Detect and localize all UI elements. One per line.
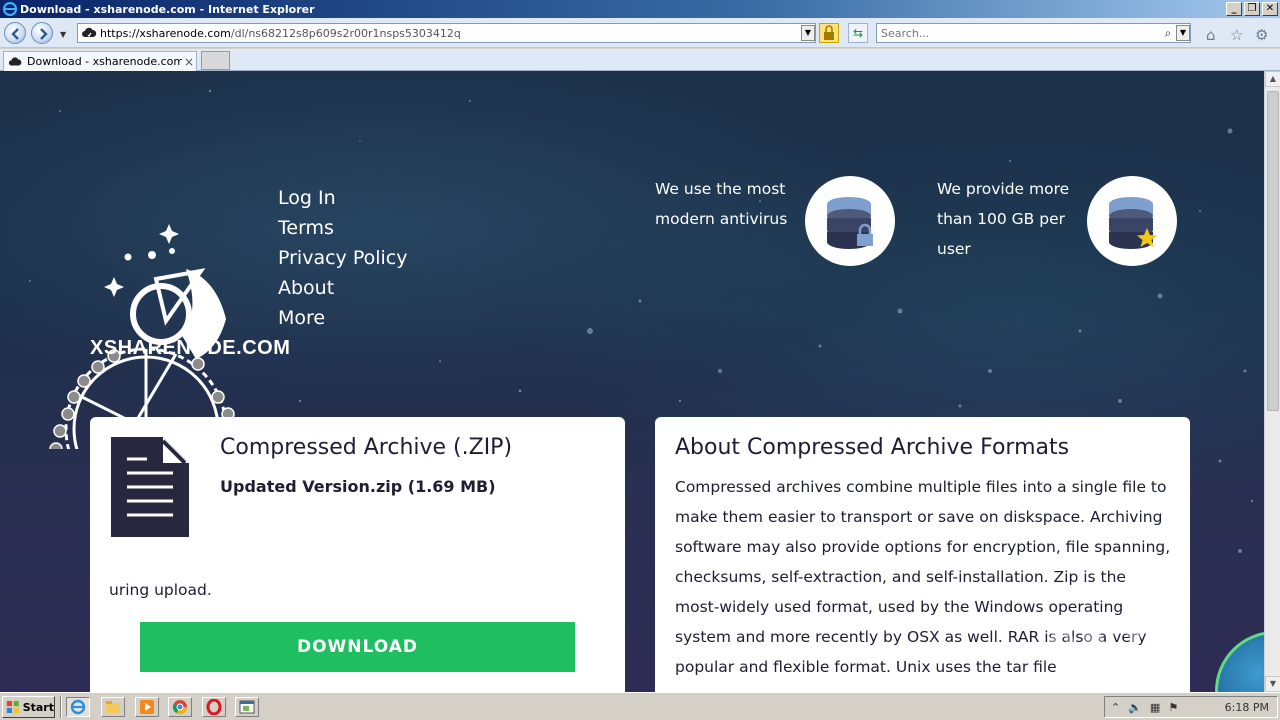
document-icon	[111, 437, 189, 537]
taskbar-opera-button[interactable]	[202, 697, 226, 717]
forward-arrow-icon	[40, 28, 48, 40]
tab-bar: Download - xsharenode.com ×	[0, 49, 1280, 71]
menu-item-terms[interactable]: Terms	[278, 213, 407, 243]
download-button[interactable]: DOWNLOAD	[140, 622, 575, 672]
scroll-down-icon[interactable]: ▼	[1265, 676, 1280, 692]
menu-item-privacy-policy[interactable]: Privacy Policy	[278, 243, 407, 273]
file-type-title: Compressed Archive (.ZIP)	[220, 435, 513, 460]
window-controls: _ ❐ ✕	[1226, 2, 1278, 16]
opera-icon	[206, 699, 222, 715]
menu-item-about[interactable]: About	[278, 273, 407, 303]
tab-download[interactable]: Download - xsharenode.com ×	[3, 51, 197, 71]
scroll-up-icon[interactable]: ▲	[1265, 71, 1280, 87]
url-dropdown-button[interactable]: ▼	[801, 25, 815, 41]
url-path: /dl/ns68212s8p609s2r00r1nsps5303412q	[230, 26, 461, 40]
ie-logo-icon	[3, 2, 17, 16]
search-box[interactable]: ⌕ ▼	[876, 23, 1191, 43]
feature-storage-text: We provide more than 100 GB per user	[937, 180, 1070, 258]
tab-close-icon[interactable]: ×	[182, 55, 196, 69]
chrome-icon	[172, 700, 187, 714]
back-arrow-icon	[11, 28, 19, 40]
window-title-bar: Download - xsharenode.com - Internet Exp…	[0, 0, 1280, 18]
taskbar-window-button[interactable]	[235, 697, 259, 717]
new-tab-button[interactable]	[201, 51, 230, 70]
menu-item-more[interactable]: More	[278, 303, 407, 333]
file-name: Updated Version.zip (1.69 MB)	[220, 477, 496, 496]
tray-expand-icon[interactable]: ⌃	[1111, 701, 1120, 714]
forward-button[interactable]	[31, 22, 53, 44]
close-button[interactable]: ✕	[1262, 2, 1278, 16]
main-menu: Log In Terms Privacy Policy About More	[278, 183, 407, 333]
url-text[interactable]: https://xsharenode.com/dl/ns68212s8p609s…	[100, 27, 801, 40]
database-star-icon	[1087, 176, 1177, 266]
menu-item-login[interactable]: Log In	[278, 183, 407, 213]
taskbar-ie-button[interactable]	[66, 697, 90, 717]
url-domain: https://xsharenode.com	[100, 26, 231, 40]
minimize-button[interactable]: _	[1226, 2, 1242, 16]
system-tray: ⌃ 🔈 ▦ ⚑ 6:18 PM	[1104, 696, 1278, 718]
search-dropdown-button[interactable]: ▼	[1176, 25, 1190, 41]
search-icon[interactable]: ⌕	[1160, 26, 1176, 41]
window-title: Download - xsharenode.com - Internet Exp…	[20, 2, 315, 16]
lock-icon[interactable]	[819, 23, 839, 43]
cloud-favicon-icon	[8, 56, 22, 65]
search-input[interactable]	[877, 26, 1160, 40]
taskbar-media-button[interactable]	[135, 697, 159, 717]
tab-label: Download - xsharenode.com	[27, 55, 182, 68]
clock[interactable]: 6:18 PM	[1225, 701, 1269, 714]
file-card: Compressed Archive (.ZIP) Updated Versio…	[90, 417, 625, 692]
brand-name[interactable]: XSHARENODE.COM	[90, 337, 290, 360]
back-button[interactable]	[4, 22, 26, 44]
restore-button[interactable]: ❐	[1244, 2, 1260, 16]
settings-gear-icon[interactable]: ⚙	[1255, 26, 1268, 44]
about-title: About Compressed Archive Formats	[675, 435, 1070, 460]
file-note-text: uring upload.	[109, 581, 212, 599]
scroll-thumb[interactable]	[1267, 91, 1279, 411]
taskbar-explorer-button[interactable]	[101, 697, 125, 717]
feature-antivirus-text: We use the most modern antivirus	[655, 180, 788, 228]
refresh-button[interactable]: ⇆	[848, 23, 868, 43]
start-button[interactable]: Start	[2, 696, 55, 718]
start-label: Start	[22, 700, 54, 714]
site-logo	[49, 224, 241, 449]
address-bar[interactable]: https://xsharenode.com/dl/ns68212s8p609s…	[77, 23, 816, 43]
taskbar-chrome-button[interactable]	[168, 697, 192, 717]
database-lock-icon	[805, 176, 895, 266]
anyrun-watermark: ANY RUN	[1044, 611, 1156, 692]
taskbar-separator	[60, 696, 62, 718]
folder-icon	[106, 701, 120, 713]
taskbar: Start ⌃ 🔈 ▦ ⚑ 6:18 PM	[0, 692, 1280, 720]
favorites-icon[interactable]: ☆	[1230, 26, 1243, 44]
network-icon[interactable]: ▦	[1150, 701, 1160, 714]
address-row: ▼ https://xsharenode.com/dl/ns68212s8p60…	[0, 18, 1280, 48]
volume-icon[interactable]: 🔈	[1128, 701, 1142, 714]
page-viewport: XSHARENODE.COM Log In Terms Privacy Poli…	[0, 71, 1264, 692]
vertical-scrollbar[interactable]: ▲ ▼	[1264, 71, 1280, 692]
home-icon[interactable]: ⌂	[1206, 26, 1216, 44]
media-player-icon	[140, 700, 154, 714]
windows-logo-icon	[6, 701, 19, 713]
history-dropdown-icon[interactable]: ▼	[60, 30, 66, 39]
window-icon	[239, 700, 255, 714]
cloud-favicon-icon	[82, 27, 97, 37]
ie-icon	[70, 699, 86, 715]
action-center-flag-icon[interactable]: ⚑	[1168, 701, 1178, 714]
